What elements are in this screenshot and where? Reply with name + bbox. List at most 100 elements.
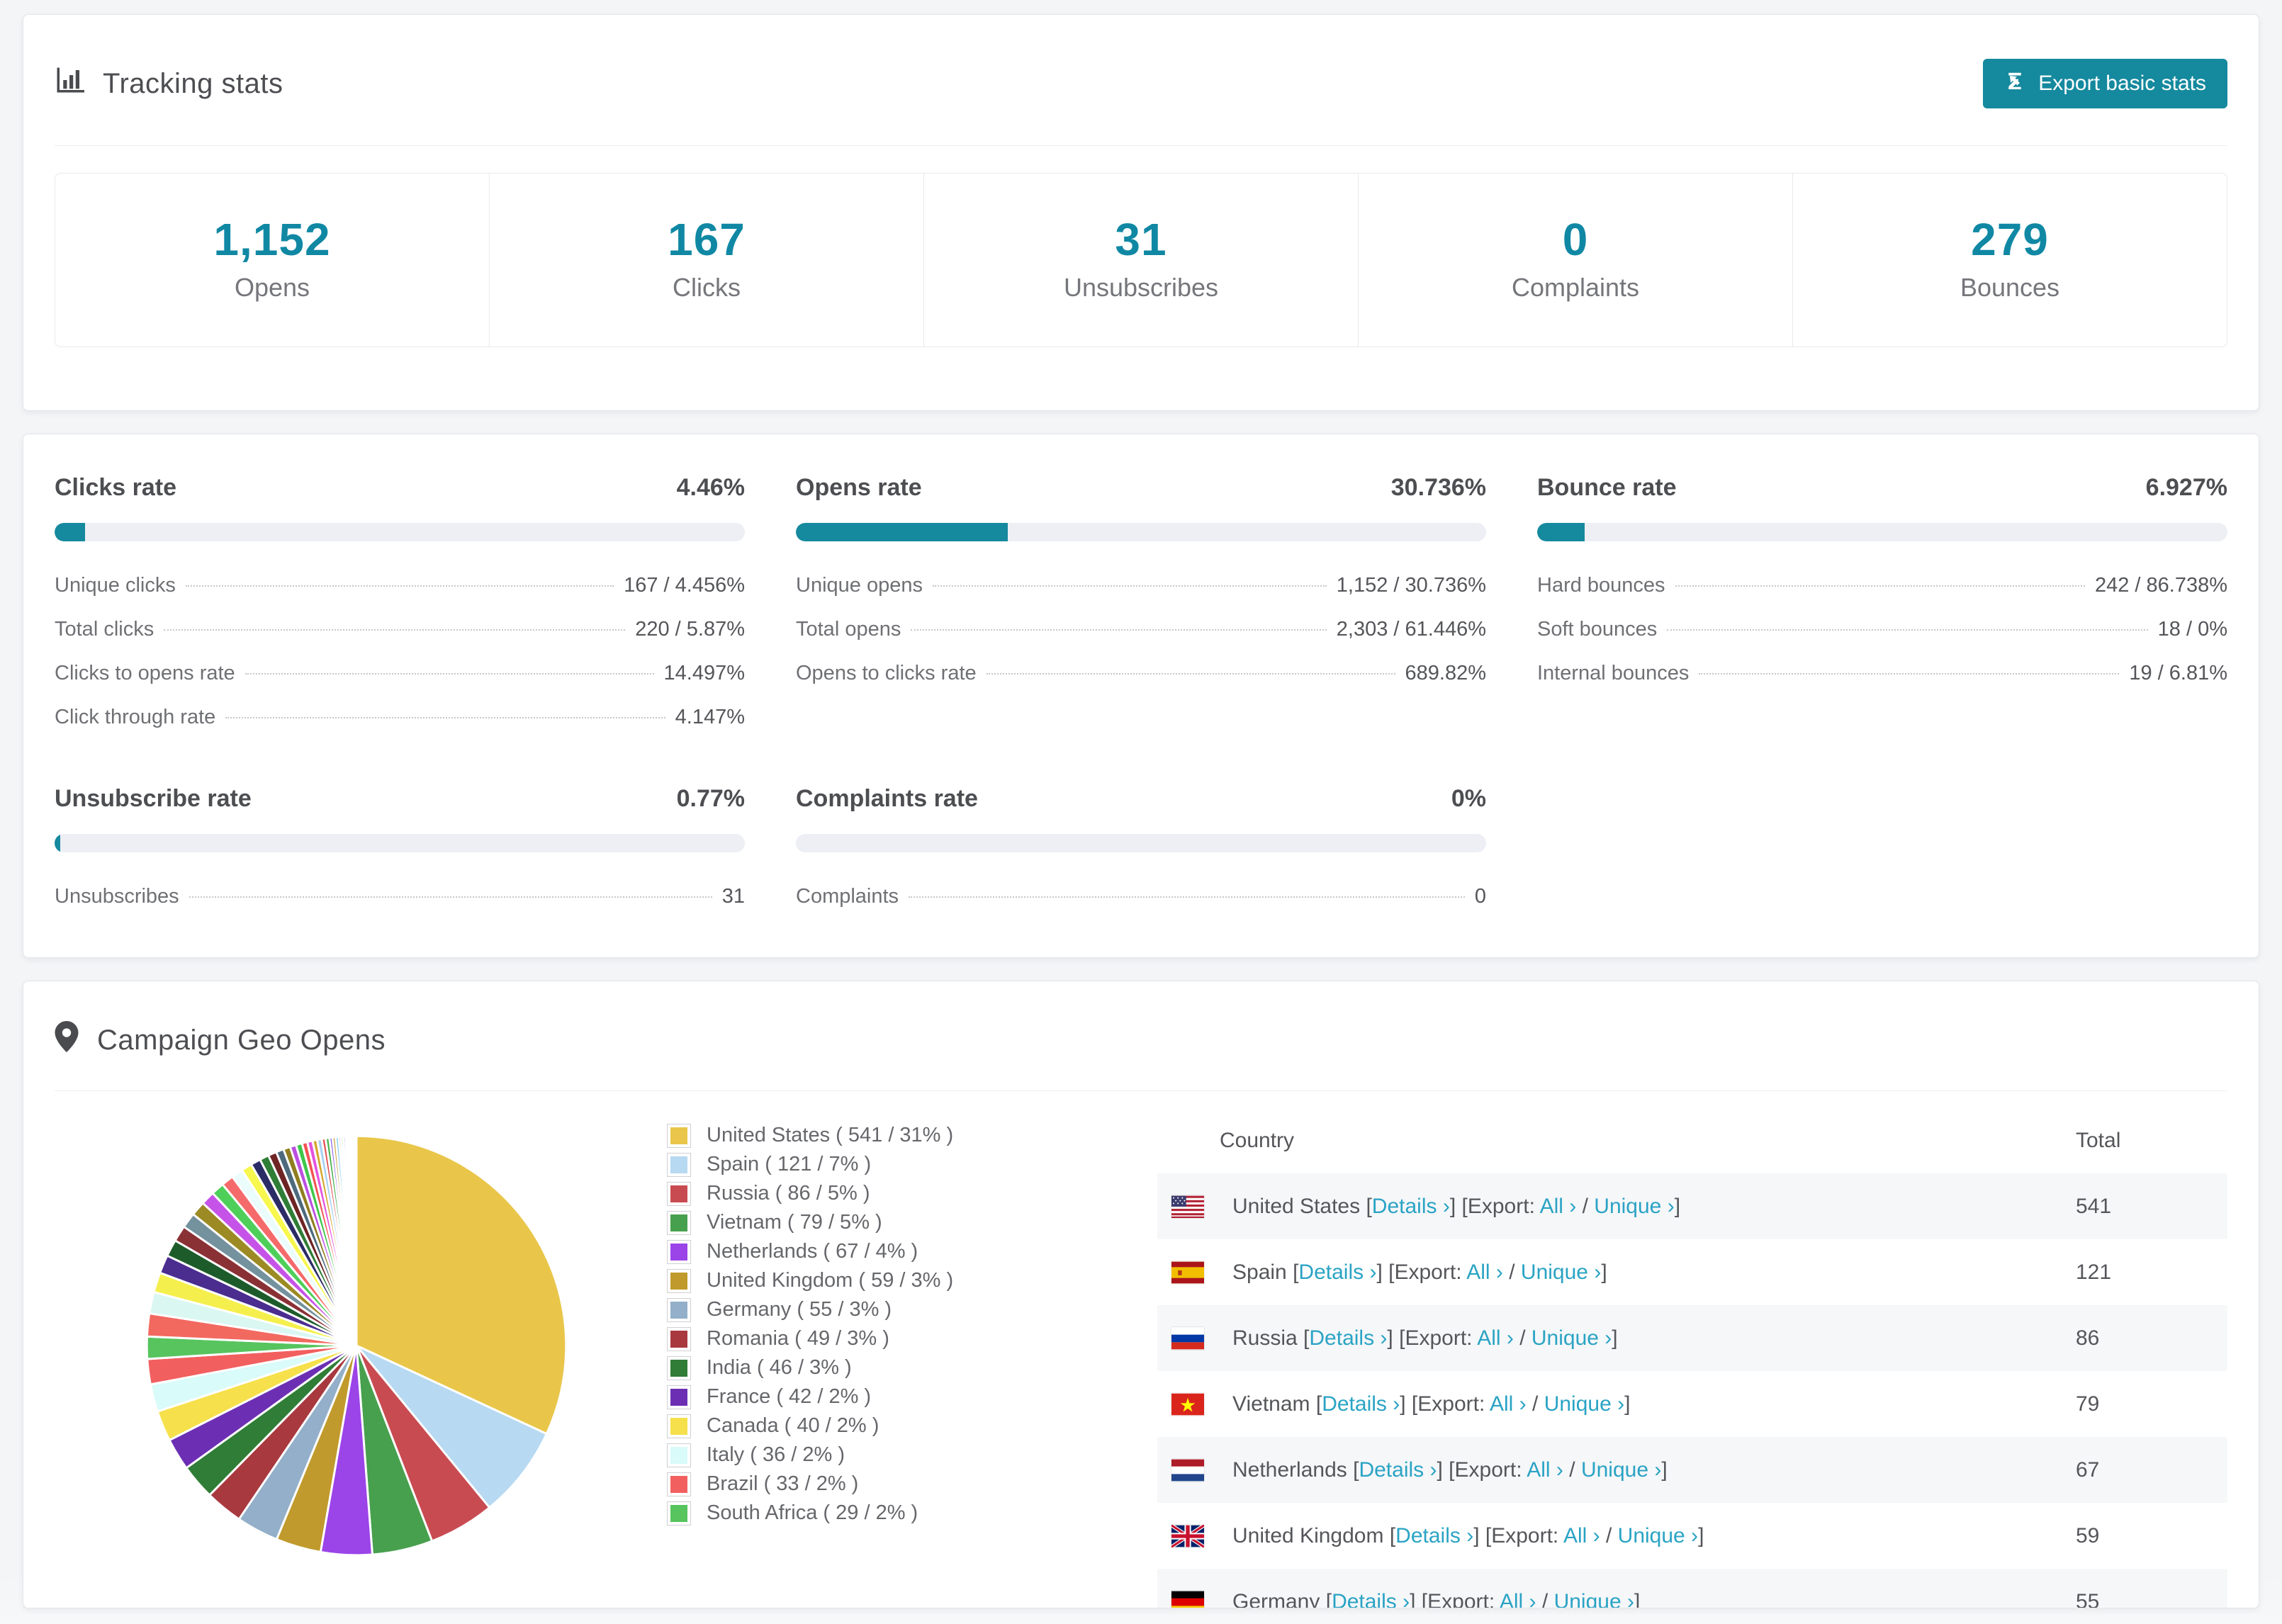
geo-table-row-vietnam: Vietnam [Details ›] [Export: All › / Uni… (1157, 1371, 2227, 1437)
legend-swatch (667, 1414, 691, 1438)
export-all-link[interactable]: All › (1540, 1195, 1577, 1218)
export-all-link[interactable]: All › (1477, 1326, 1514, 1350)
summary-value: 279 (1971, 214, 2049, 265)
rate-panel-unsubscribe-rate: Unsubscribe rate 0.77% Unsubscribes 31 (55, 785, 745, 929)
legend-label: United Kingdom ( 59 / 3% ) (707, 1269, 954, 1292)
export-all-link[interactable]: All › (1466, 1261, 1503, 1284)
export-unique-link[interactable]: Unique › (1544, 1392, 1624, 1416)
export-all-link[interactable]: All › (1490, 1392, 1527, 1416)
legend-item-germany[interactable]: Germany ( 55 / 3% ) (667, 1295, 1105, 1324)
rate-title: Unsubscribe rate (55, 785, 252, 812)
legend-swatch (667, 1123, 691, 1148)
geo-opens-card: Campaign Geo Opens United States ( 541 /… (23, 981, 2259, 1608)
rate-progress-bar (1537, 523, 2227, 541)
dotted-leader (986, 673, 1395, 675)
legend-label: United States ( 541 / 31% ) (707, 1124, 954, 1146)
dotted-leader (1667, 629, 2148, 631)
rate-panel-clicks-rate: Clicks rate 4.46% Unique clicks 167 / 4.456… (55, 474, 745, 750)
rate-stat-row: Unique opens 1,152 / 30.736% (796, 574, 1486, 597)
geo-title: Campaign Geo Opens (55, 1021, 386, 1059)
legend-item-south-africa[interactable]: South Africa ( 29 / 2% ) (667, 1499, 1105, 1528)
rate-stat-row: Soft bounces 18 / 0% (1537, 618, 2227, 641)
legend-label: France ( 42 / 2% ) (707, 1385, 872, 1408)
summary-value: 0 (1562, 214, 1589, 265)
geo-header: Campaign Geo Opens (55, 981, 2227, 1091)
legend-item-russia[interactable]: Russia ( 86 / 5% ) (667, 1179, 1105, 1208)
export-all-link[interactable]: All › (1527, 1458, 1563, 1482)
summary-label: Bounces (1960, 273, 2060, 302)
legend-item-spain[interactable]: Spain ( 121 / 7% ) (667, 1150, 1105, 1179)
rate-progress-fill (796, 523, 1008, 541)
legend-swatch (667, 1297, 691, 1322)
details-link[interactable]: Details › (1395, 1524, 1473, 1547)
export-unique-link[interactable]: Unique › (1521, 1261, 1601, 1284)
legend-item-netherlands[interactable]: Netherlands ( 67 / 4% ) (667, 1237, 1105, 1266)
geo-table-rows: United States [Details ›] [Export: All ›… (1157, 1173, 2227, 1608)
geo-total-value: 79 (2076, 1392, 2100, 1416)
legend-label: Russia ( 86 / 5% ) (707, 1182, 870, 1205)
flag-icon-es (1171, 1261, 1204, 1284)
map-pin-icon (55, 1021, 79, 1059)
summary-value: 31 (1115, 214, 1167, 265)
rate-progress-bar (796, 523, 1486, 541)
export-basic-stats-button[interactable]: Export basic stats (1983, 59, 2227, 108)
stat-label: Internal bounces (1537, 662, 1690, 684)
legend-label: Netherlands ( 67 / 4% ) (707, 1240, 918, 1263)
legend-item-france[interactable]: France ( 42 / 2% ) (667, 1382, 1105, 1411)
legend-item-italy[interactable]: Italy ( 36 / 2% ) (667, 1440, 1105, 1470)
legend-item-united-states[interactable]: United States ( 541 / 31% ) (667, 1121, 1105, 1150)
geo-legend: United States ( 541 / 31% ) Spain ( 121 /… (667, 1103, 1105, 1608)
legend-item-india[interactable]: India ( 46 / 3% ) (667, 1353, 1105, 1382)
legend-label: Romania ( 49 / 3% ) (707, 1327, 889, 1350)
legend-swatch (667, 1239, 691, 1264)
geo-body: United States ( 541 / 31% ) Spain ( 121 /… (55, 1103, 2227, 1608)
legend-item-romania[interactable]: Romania ( 49 / 3% ) (667, 1324, 1105, 1353)
geo-total-value: 67 (2076, 1457, 2100, 1482)
details-link[interactable]: Details › (1332, 1590, 1410, 1608)
details-link[interactable]: Details › (1359, 1458, 1437, 1482)
summary-value: 167 (668, 214, 746, 265)
legend-item-vietnam[interactable]: Vietnam ( 79 / 5% ) (667, 1208, 1105, 1237)
export-unique-link[interactable]: Unique › (1618, 1524, 1698, 1547)
summary-cell-bounces: 279 Bounces (1793, 174, 2227, 346)
geo-title-text: Campaign Geo Opens (97, 1024, 386, 1056)
dotted-leader (932, 585, 1327, 587)
flag-icon-vn (1171, 1393, 1204, 1416)
rate-stat-row: Clicks to opens rate 14.497% (55, 662, 745, 685)
country-links: Spain [Details ›] [Export: All › / Uniqu… (1232, 1260, 1607, 1284)
export-unique-link[interactable]: Unique › (1531, 1326, 1612, 1350)
geo-pie-chart[interactable] (133, 1103, 580, 1608)
rate-panel-bounce-rate: Bounce rate 6.927% Hard bounces 242 / 86.73… (1537, 474, 2227, 750)
export-unique-link[interactable]: Unique › (1581, 1458, 1661, 1482)
geo-total-value: 86 (2076, 1326, 2100, 1350)
legend-swatch (667, 1472, 691, 1496)
geo-table-header-total: Total (2076, 1129, 2121, 1152)
summary-label: Opens (234, 273, 310, 302)
rate-panel-opens-rate: Opens rate 30.736% Unique opens 1,152 / 30.… (796, 474, 1486, 750)
details-link[interactable]: Details › (1298, 1261, 1376, 1284)
details-link[interactable]: Details › (1372, 1195, 1450, 1218)
geo-table: Country Total United States [Details ›] … (1157, 1103, 2227, 1608)
legend-item-canada[interactable]: Canada ( 40 / 2% ) (667, 1411, 1105, 1440)
export-unique-link[interactable]: Unique › (1554, 1590, 1634, 1608)
summary-cell-unsubscribes: 31 Unsubscribes (924, 174, 1359, 346)
details-link[interactable]: Details › (1309, 1326, 1387, 1350)
country-links: United Kingdom [Details ›] [Export: All … (1232, 1523, 1704, 1547)
dotted-leader (909, 896, 1465, 898)
rate-progress-bar (55, 523, 745, 541)
legend-item-brazil[interactable]: Brazil ( 33 / 2% ) (667, 1470, 1105, 1499)
export-unique-link[interactable]: Unique › (1594, 1195, 1674, 1218)
legend-label: Germany ( 55 / 3% ) (707, 1298, 892, 1321)
legend-swatch (667, 1268, 691, 1293)
stat-label: Clicks to opens rate (55, 662, 235, 684)
export-all-link[interactable]: All › (1500, 1590, 1536, 1608)
details-link[interactable]: Details › (1322, 1392, 1400, 1416)
legend-label: Spain ( 121 / 7% ) (707, 1153, 872, 1175)
legend-item-united-kingdom[interactable]: United Kingdom ( 59 / 3% ) (667, 1266, 1105, 1295)
rate-value: 4.46% (676, 474, 745, 501)
summary-label: Complaints (1511, 273, 1640, 302)
legend-label: Vietnam ( 79 / 5% ) (707, 1211, 882, 1234)
export-all-link[interactable]: All › (1563, 1524, 1600, 1547)
rate-stat-row: Hard bounces 242 / 86.738% (1537, 574, 2227, 597)
tracking-stats-title: Tracking stats (55, 65, 283, 102)
